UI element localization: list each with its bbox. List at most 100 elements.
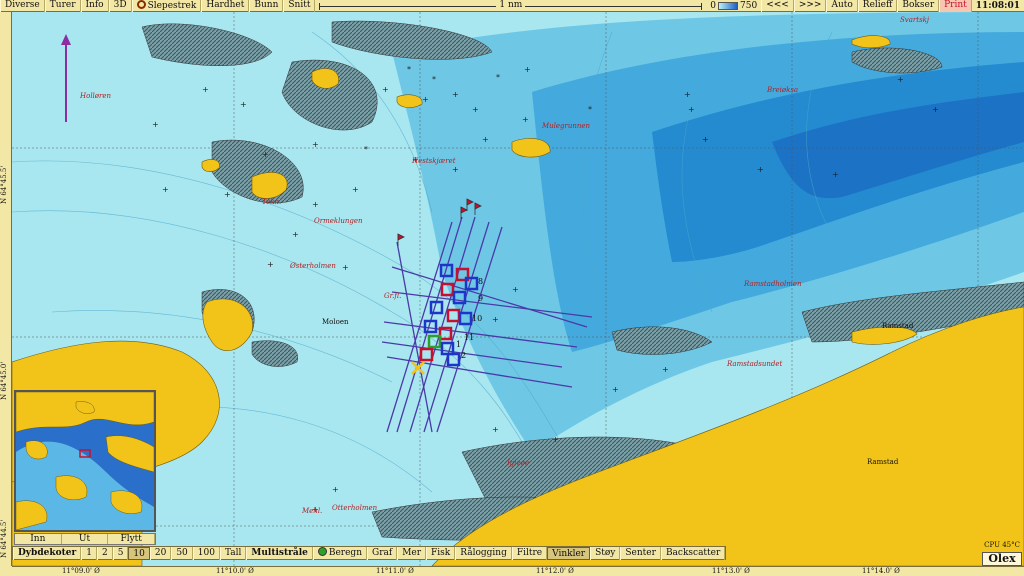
scale-label: 1 nm [496,0,526,10]
svg-text:+: + [452,90,459,99]
svg-text:*: * [407,65,411,74]
filters-button[interactable]: Filtre [511,546,548,560]
marker-label-10: 10 [472,314,483,323]
clock: 11:08:01 [975,0,1020,11]
depth-option-numbers[interactable]: Tall [219,546,247,560]
svg-text:+: + [312,140,319,149]
place-svartskj: Svartskj [900,16,930,24]
marker-label-1: 1 [456,340,462,349]
top-toolbar: Diverse Turer Info 3D Slepestrek Hardhet… [0,0,1024,12]
svg-text:+: + [612,385,619,394]
svg-text:+: + [382,85,389,94]
lon-label: 11°13.0' Ø [712,567,750,575]
place-moloen: Moloen [322,318,349,326]
place-ramstadholmen: Ramstadholmen [744,280,802,288]
marker-label-8: 8 [478,277,484,286]
angles-button[interactable]: Vinkler [547,546,591,560]
print-button[interactable]: Print [939,0,972,12]
graph-button[interactable]: Graf [367,546,398,560]
marker-label-9: 9 [478,294,484,303]
place-ramstad-south: Ramstad [867,458,899,466]
svg-text:+: + [512,285,519,294]
place-hestskjaeret: Hestskjæret [412,157,456,165]
nav-back-button[interactable]: <<< [761,0,794,12]
depth-option-50[interactable]: 50 [171,546,193,560]
svg-text:+: + [224,190,231,199]
depth-option-100[interactable]: 100 [192,546,220,560]
svg-text:+: + [312,200,319,209]
svg-text:*: * [496,73,500,82]
menu-hardhet[interactable]: Hardhet [201,0,250,12]
svg-text:+: + [688,105,695,114]
nav-forward-button[interactable]: >>> [793,0,827,12]
lon-label: 11°12.0' Ø [536,567,574,575]
tow-icon [136,0,146,9]
svg-text:+: + [292,230,299,239]
menu-3d[interactable]: 3D [108,0,132,12]
depth-contours-label: Dybdekoter [13,546,82,560]
lon-label: 11°09.0' Ø [62,567,100,575]
depth-option-5[interactable]: 5 [112,546,129,560]
chart-map[interactable]: + + + + + + + + + + + + + + + + + + + + + + + + + + + + + + … [12,12,1024,566]
svg-text:+: + [202,85,209,94]
svg-text:*: * [588,105,592,114]
place-ormeklungen: Ormeklungen [314,217,363,225]
svg-text:+: + [897,75,904,84]
depth-option-1[interactable]: 1 [81,546,97,560]
place-igleoe: Igleøe [507,459,529,467]
noise-button[interactable]: Støy [590,546,621,560]
menu-diverse[interactable]: Diverse [0,0,45,12]
center-button[interactable]: Senter [620,546,661,560]
place-ramstad-north: Ramstad [882,322,914,330]
minimap-zoom-out-button[interactable]: Ut [62,534,109,544]
minimap-zoom-in-button[interactable]: Inn [15,534,62,544]
bottom-toolbar: Dybdekoter 1 2 5 10 20 50 100 Tall Multi… [12,546,727,560]
svg-text:*: * [364,145,368,154]
menu-info[interactable]: Info [80,0,109,12]
place-ramstadsundet: Ramstadsundet [727,360,783,368]
auto-button[interactable]: Auto [826,0,858,12]
menu-turer[interactable]: Turer [44,0,81,12]
lon-label: 11°10.0' Ø [216,567,254,575]
backscatter-button[interactable]: Backscatter [660,546,726,560]
svg-text:+: + [152,120,159,129]
seabed-chart[interactable]: +++ +++ +++ +++ +++ +++ +++ +++ +++ +++ … [12,12,1024,566]
svg-text:+: + [240,100,247,109]
svg-text:+: + [472,105,479,114]
more-button[interactable]: Mer [397,546,427,560]
minimap-buttons: Inn Ut Flytt [14,533,156,545]
menu-snitt[interactable]: Snitt [283,0,316,12]
longitude-ruler: 11°09.0' Ø 11°10.0' Ø 11°11.0' Ø 11°12.0… [12,566,1024,576]
place-breioksa: Breiøksa [767,86,799,94]
depth-option-20[interactable]: 20 [149,546,172,560]
svg-text:+: + [482,135,489,144]
svg-text:+: + [662,365,669,374]
lat-label: N 64°45.0' [0,361,8,400]
place-mulegrunnen: Mulegrunnen [542,122,591,130]
marker-label-11: 11 [464,333,475,342]
svg-text:+: + [492,315,499,324]
boxes-button[interactable]: Bokser [897,0,940,12]
menu-bunn[interactable]: Bunn [249,0,284,12]
latitude-ruler: N 64°45.5' N 64°45.0' N 64°44.5' [0,12,12,566]
multibeam-label: Multistråle [246,546,313,560]
svg-text:+: + [267,260,274,269]
menu-slepestrek[interactable]: Slepestrek [131,0,202,12]
overview-minimap[interactable] [14,390,156,532]
raw-logging-button[interactable]: Rålogging [455,546,512,560]
svg-text:+: + [262,150,269,159]
svg-text:+: + [702,135,709,144]
fish-button[interactable]: Fisk [426,546,456,560]
minimap-move-button[interactable]: Flytt [108,534,156,544]
lon-label: 11°14.0' Ø [862,567,900,575]
calculate-button[interactable]: Beregn [312,546,367,560]
depth-option-2[interactable]: 2 [96,546,113,560]
lat-label: N 64°45.5' [0,165,8,204]
place-tekn: Tekn. [262,198,282,206]
depth-option-10[interactable]: 10 [128,546,150,560]
svg-text:+: + [342,263,349,272]
svg-text:*: * [432,75,436,84]
relief-button[interactable]: Relieff [857,0,898,12]
depth-gradient [718,1,739,10]
svg-text:+: + [492,425,499,434]
